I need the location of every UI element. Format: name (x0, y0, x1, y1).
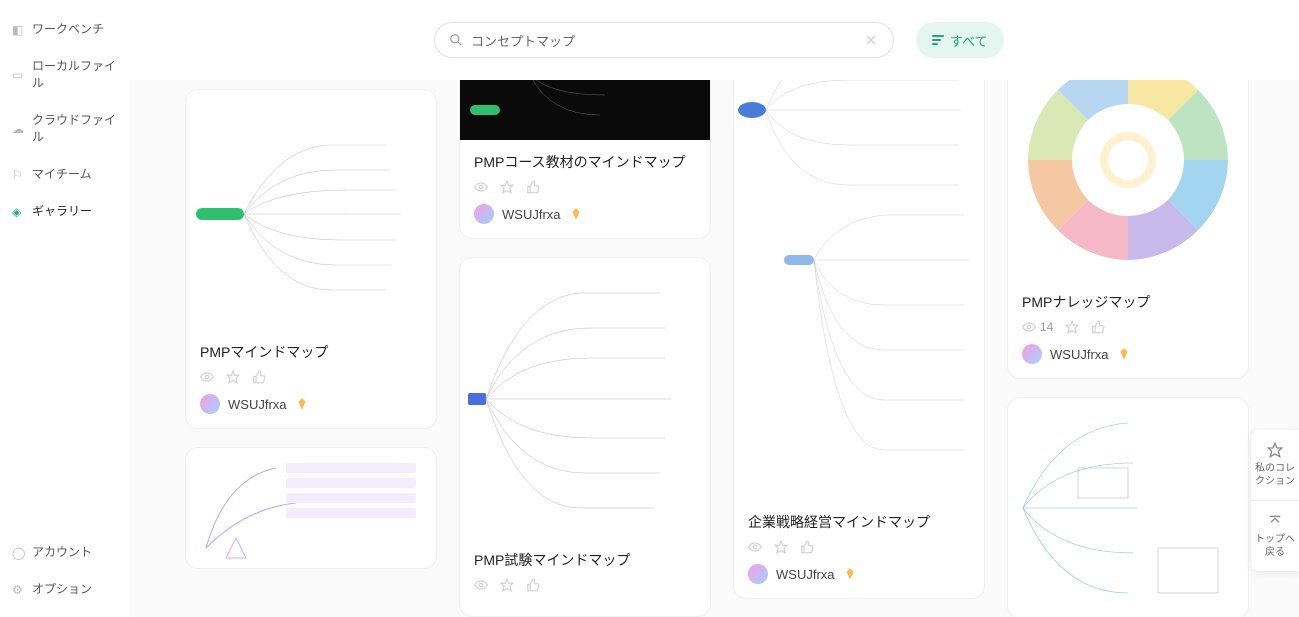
gallery-card[interactable]: 企業戦略経営マインドマップ WSUJfrxa (734, 10, 984, 598)
nav-account[interactable]: ◯ アカウント (0, 533, 130, 570)
card-thumbnail (734, 10, 984, 500)
cloud-icon: ☁ (12, 122, 24, 134)
nav-my-team[interactable]: ⚐ マイチーム (0, 155, 130, 192)
masonry-col: WSUJfrxa PMPマインドマップ (186, 0, 436, 568)
nav-label: ギャラリー (32, 202, 92, 219)
card-thumbnail (460, 258, 710, 538)
masonry-grid: WSUJfrxa PMPマインドマップ (186, 80, 1275, 617)
diamond-badge-icon (843, 567, 857, 581)
gallery-icon: ◈ (12, 205, 24, 217)
author-name: WSUJfrxa (1050, 347, 1109, 362)
filter-label: すべて (950, 31, 988, 50)
diamond-badge-icon (569, 207, 583, 221)
star-icon[interactable] (500, 578, 514, 592)
thumbs-up-icon[interactable] (800, 540, 814, 554)
nav-local-files[interactable]: ▭ ローカルファイル (0, 47, 130, 101)
star-icon[interactable] (500, 180, 514, 194)
author-name: WSUJfrxa (776, 567, 835, 582)
search-icon (449, 33, 463, 47)
gallery-card[interactable] (186, 448, 436, 568)
account-icon: ◯ (12, 546, 24, 558)
search-wrap: すべて (434, 22, 1004, 58)
card-stats (200, 370, 422, 384)
nav-label: クラウドファイル (32, 111, 118, 145)
card-author[interactable]: WSUJfrxa (200, 394, 422, 414)
folder-icon: ▭ (12, 68, 24, 80)
diamond-badge-icon (1117, 347, 1131, 361)
nav-cloud-files[interactable]: ☁ クラウドファイル (0, 101, 130, 155)
thumbs-up-icon[interactable] (526, 578, 540, 592)
thumbs-up-icon[interactable] (252, 370, 266, 384)
card-title: PMPコース教材のマインドマップ (474, 152, 696, 172)
filter-icon (932, 35, 944, 45)
filter-all-button[interactable]: すべて (916, 22, 1004, 58)
nav-workbench[interactable]: ◧ ワークベンチ (0, 10, 130, 47)
search-input[interactable] (471, 33, 863, 48)
gallery-card[interactable]: PMPマインドマップ WSUJfrxa (186, 90, 436, 428)
card-author[interactable]: WSUJfrxa (474, 204, 696, 224)
avatar (1022, 344, 1042, 364)
card-author[interactable]: WSUJfrxa (1022, 344, 1234, 364)
star-icon[interactable] (774, 540, 788, 554)
back-to-top-button[interactable]: トップへ戻る (1251, 501, 1299, 571)
float-label: トップへ戻る (1255, 533, 1295, 559)
topbar: すべて (130, 0, 1299, 80)
card-author[interactable]: WSUJfrxa (748, 564, 970, 584)
card-stats (748, 540, 970, 554)
avatar (748, 564, 768, 584)
gallery-content: WSUJfrxa PMPマインドマップ (130, 0, 1299, 617)
sidebar: ◧ ワークベンチ ▭ ローカルファイル ☁ クラウドファイル ⚐ マイチーム ◈ ギャラリ… (0, 0, 130, 617)
eye-icon (474, 578, 488, 592)
nav-label: マイチーム (32, 165, 92, 182)
diamond-badge-icon (295, 397, 309, 411)
author-name: WSUJfrxa (228, 397, 287, 412)
team-icon: ⚐ (12, 168, 24, 180)
card-thumbnail (186, 448, 436, 568)
views-stat: 14 (1022, 320, 1053, 334)
star-icon (1267, 442, 1283, 458)
floating-rail: 私のコレクション トップへ戻る (1251, 430, 1299, 571)
workbench-icon: ◧ (12, 23, 24, 35)
eye-icon (748, 540, 762, 554)
card-title: 企業戦略経営マインドマップ (748, 512, 970, 532)
masonry-col: PMPナレッジマップ 14 WSUJfrxa (1008, 10, 1248, 617)
nav-label: オプション (32, 580, 92, 597)
card-title: PMP試験マインドマップ (474, 550, 696, 570)
card-thumbnail (186, 90, 436, 330)
sidebar-top: ◧ ワークベンチ ▭ ローカルファイル ☁ クラウドファイル ⚐ マイチーム ◈ ギャラリ… (0, 10, 130, 533)
eye-icon (200, 370, 214, 384)
thumbs-up-icon[interactable] (1091, 320, 1105, 334)
card-title: PMPマインドマップ (200, 342, 422, 362)
sidebar-bottom: ◯ アカウント ⚙ オプション (0, 533, 130, 617)
gallery-card[interactable]: PMP試験マインドマップ (460, 258, 710, 616)
author-name: WSUJfrxa (502, 207, 561, 222)
float-label: 私のコレクション (1255, 462, 1295, 488)
card-title: PMPナレッジマップ (1022, 292, 1234, 312)
nav-label: ローカルファイル (32, 57, 118, 91)
card-stats (474, 180, 696, 194)
my-collection-button[interactable]: 私のコレクション (1251, 430, 1299, 501)
views-count: 14 (1040, 320, 1053, 334)
eye-icon (474, 180, 488, 194)
star-icon[interactable] (226, 370, 240, 384)
masonry-col: PMPコース教材のマインドマップ WSUJfrxa (460, 10, 710, 616)
masonry-col: 企業戦略経営マインドマップ WSUJfrxa (734, 10, 984, 598)
avatar (200, 394, 220, 414)
nav-label: ワークベンチ (32, 20, 104, 37)
card-stats (474, 578, 696, 592)
eye-icon (1022, 320, 1036, 334)
thumbs-up-icon[interactable] (526, 180, 540, 194)
card-thumbnail (1008, 398, 1248, 617)
nav-options[interactable]: ⚙ オプション (0, 570, 130, 607)
nav-label: アカウント (32, 543, 92, 560)
nav-gallery[interactable]: ◈ ギャラリー (0, 192, 130, 229)
arrow-up-icon (1267, 513, 1283, 529)
options-icon: ⚙ (12, 583, 24, 595)
gallery-card[interactable] (1008, 398, 1248, 617)
avatar (474, 204, 494, 224)
clear-search-icon[interactable] (863, 32, 879, 48)
star-icon[interactable] (1065, 320, 1079, 334)
card-stats: 14 (1022, 320, 1234, 334)
search-box[interactable] (434, 22, 894, 58)
